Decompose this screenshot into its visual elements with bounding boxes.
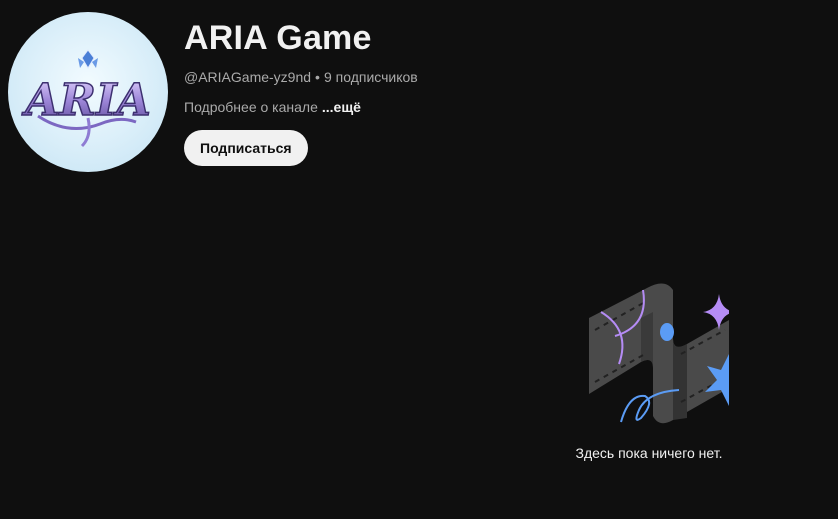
subscribe-button[interactable]: Подписаться xyxy=(184,130,308,166)
empty-content-illustration-icon xyxy=(589,283,729,424)
aria-logo-icon: ARIA xyxy=(21,49,151,148)
channel-title: ARIA Game xyxy=(184,19,372,57)
empty-state: Здесь пока ничего нет. xyxy=(549,270,749,462)
channel-avatar[interactable]: ARIA xyxy=(8,12,168,172)
channel-handle: @ARIAGame-yz9nd xyxy=(184,69,312,85)
meta-separator: • xyxy=(315,69,320,85)
channel-page: ARIA ARIA Game @ARIAGame-yz9nd • 9 подписч… xyxy=(0,0,838,519)
empty-state-message: Здесь пока ничего нет. xyxy=(575,445,723,461)
subscriber-count: 9 подписчиков xyxy=(323,69,418,85)
channel-meta: @ARIAGame-yz9nd • 9 подписчиков xyxy=(184,68,418,86)
channel-about[interactable]: Подробнее о канале ...ещё xyxy=(184,98,418,116)
about-more-link[interactable]: ...ещё xyxy=(322,99,361,115)
about-label: Подробнее о канале xyxy=(184,99,318,115)
channel-info: ARIA Game @ARIAGame-yz9nd • 9 подписчиков … xyxy=(184,18,418,166)
